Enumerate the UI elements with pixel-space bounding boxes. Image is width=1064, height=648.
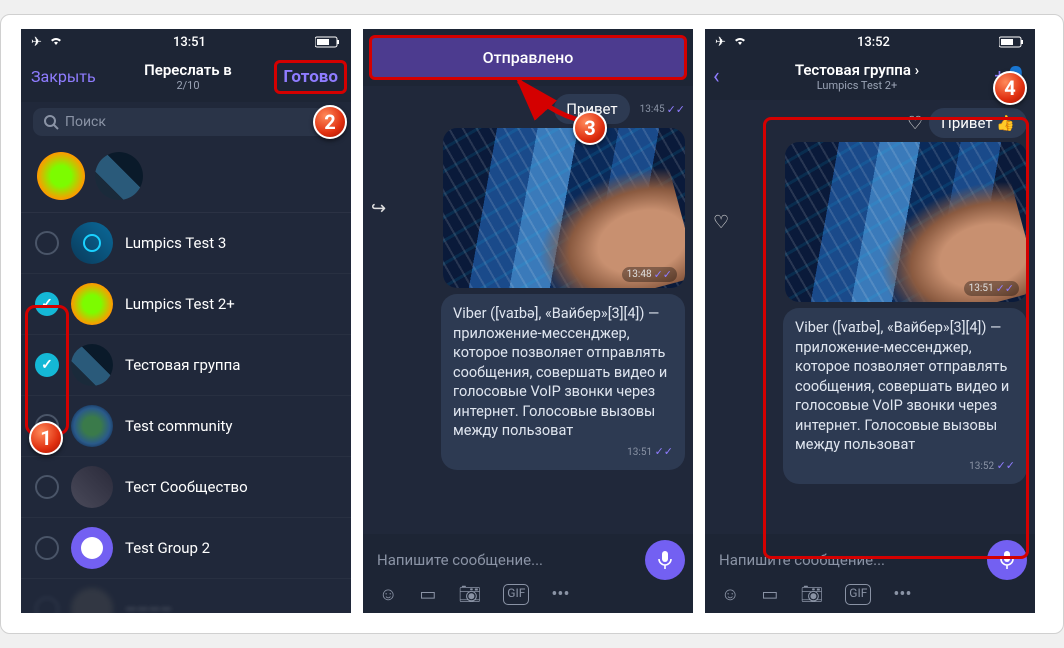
tutorial-frame: ✈︎ 13:51 Закрыть Переслать в 2/10 bbox=[0, 14, 1064, 634]
message-bubble[interactable]: Viber ([vaɪbə], «Вайбер»[3][4]) — прилож… bbox=[783, 308, 1027, 484]
like-icon[interactable]: ♡ bbox=[907, 113, 923, 134]
avatar bbox=[71, 283, 113, 325]
gallery-icon[interactable]: ▭ bbox=[761, 584, 778, 605]
chat-title[interactable]: Тестовая группа › bbox=[728, 61, 987, 79]
avatar bbox=[71, 222, 113, 264]
message-composer: Напишите сообщение... ☺ ▭ 📷︎ GIF ••• bbox=[363, 534, 693, 613]
status-bar: ✈︎ 13:51 bbox=[21, 29, 351, 55]
search-icon bbox=[43, 114, 59, 130]
close-button[interactable]: Закрыть bbox=[31, 67, 96, 86]
battery-icon bbox=[315, 36, 341, 48]
selected-avatar[interactable] bbox=[37, 152, 85, 200]
sticker-icon[interactable]: ☺ bbox=[721, 584, 739, 605]
message-timestamp: 13:51 bbox=[627, 447, 652, 458]
list-item[interactable]: Test Group 2 bbox=[21, 518, 351, 579]
wifi-icon bbox=[48, 34, 64, 50]
message-timestamp: 13:45✓✓ bbox=[640, 103, 685, 116]
list-item[interactable]: Test community bbox=[21, 396, 351, 457]
checkbox-checked[interactable] bbox=[35, 292, 59, 316]
gif-icon[interactable]: GIF bbox=[503, 584, 529, 605]
message-text: Привет 👍 bbox=[941, 114, 1015, 132]
step-badge-4: 4 bbox=[993, 71, 1027, 105]
step-badge-2: 2 bbox=[313, 105, 347, 139]
forward-title: Переслать в bbox=[144, 61, 232, 79]
contact-name: Тестовая группа bbox=[125, 356, 240, 374]
wifi-icon bbox=[732, 34, 748, 50]
image-timestamp: 13:51 bbox=[969, 283, 994, 294]
checkbox[interactable] bbox=[35, 597, 59, 613]
message-bubble[interactable]: Привет 👍 bbox=[929, 108, 1027, 138]
list-item[interactable]: Тест Сообщество bbox=[21, 457, 351, 518]
mic-button[interactable] bbox=[987, 540, 1027, 580]
avatar bbox=[71, 405, 113, 447]
search-placeholder: Поиск bbox=[65, 114, 106, 130]
chat-area[interactable]: Привет 13:45✓✓ ↪ 13:48✓✓ Viber ([vaɪbə],… bbox=[363, 86, 693, 566]
done-button[interactable]: Готово bbox=[283, 67, 338, 87]
more-icon[interactable]: ••• bbox=[551, 584, 569, 605]
search-input[interactable]: Поиск bbox=[33, 108, 339, 136]
avatar bbox=[71, 466, 113, 508]
message-timestamp: 13:52 bbox=[969, 461, 994, 472]
chat-header: ‹ Тестовая группа › Lumpics Test 2+ +👤 bbox=[705, 55, 1035, 100]
image-message[interactable]: 13:51✓✓ bbox=[785, 142, 1027, 302]
image-timestamp: 13:48 bbox=[627, 269, 652, 280]
contact-name: Test Group 2 bbox=[125, 539, 210, 557]
chat-area[interactable]: ♡ Привет 👍 ♡ 13:51✓✓ Viber ([vaɪbə], «Ва… bbox=[705, 100, 1035, 560]
sticker-icon[interactable]: ☺ bbox=[379, 584, 397, 605]
message-text: Viber ([vaɪbə], «Вайбер»[3][4]) — прилож… bbox=[795, 319, 1009, 453]
airplane-icon: ✈︎ bbox=[31, 35, 42, 50]
forward-header: Закрыть Переслать в 2/10 Готово bbox=[21, 55, 351, 102]
mic-button[interactable] bbox=[645, 540, 685, 580]
list-item[interactable]: ———— bbox=[21, 579, 351, 613]
message-text: Viber ([vaɪbə], «Вайбер»[3][4]) — прилож… bbox=[453, 305, 667, 439]
compose-input[interactable]: Напишите сообщение... bbox=[373, 543, 637, 577]
checkbox[interactable] bbox=[35, 475, 59, 499]
selected-avatar[interactable] bbox=[95, 152, 143, 200]
gallery-icon[interactable]: ▭ bbox=[419, 584, 436, 605]
checkbox-checked[interactable] bbox=[35, 353, 59, 377]
contact-name: Тест Сообщество bbox=[125, 478, 248, 496]
status-time: 13:52 bbox=[748, 35, 999, 50]
message-bubble[interactable]: Viber ([vaɪbə], «Вайбер»[3][4]) — прилож… bbox=[441, 294, 685, 470]
checkbox[interactable] bbox=[35, 231, 59, 255]
contact-name: Test community bbox=[125, 417, 232, 435]
contact-name: ———— bbox=[125, 600, 172, 613]
list-item[interactable]: Тестовая группа bbox=[21, 335, 351, 396]
message-composer: Напишите сообщение... ☺ ▭ 📷︎ GIF ••• bbox=[705, 534, 1035, 613]
sent-toast: Отправлено bbox=[369, 35, 687, 80]
checkbox[interactable] bbox=[35, 536, 59, 560]
back-button[interactable]: ‹ bbox=[713, 64, 720, 89]
image-message[interactable]: 13:48✓✓ bbox=[443, 128, 685, 288]
screen-1-forward-selector: ✈︎ 13:51 Закрыть Переслать в 2/10 bbox=[21, 29, 351, 613]
contact-list: Lumpics Test 3 Lumpics Test 2+ Тестовая … bbox=[21, 213, 351, 613]
camera-icon[interactable]: 📷︎ bbox=[800, 584, 823, 605]
like-icon[interactable]: ♡ bbox=[713, 212, 729, 233]
step-badge-1: 1 bbox=[29, 421, 63, 455]
list-item[interactable]: Lumpics Test 2+ bbox=[21, 274, 351, 335]
selected-recipients bbox=[21, 146, 351, 213]
compose-input[interactable]: Напишите сообщение... bbox=[715, 543, 979, 577]
step-badge-3: 3 bbox=[573, 111, 607, 145]
avatar bbox=[71, 344, 113, 386]
status-bar: ✈︎ 13:52 bbox=[705, 29, 1035, 55]
status-time: 13:51 bbox=[64, 35, 315, 50]
more-icon[interactable]: ••• bbox=[893, 584, 911, 605]
contact-name: Lumpics Test 3 bbox=[125, 234, 226, 252]
chat-subtitle: Lumpics Test 2+ bbox=[728, 79, 987, 92]
forward-counter: 2/10 bbox=[144, 79, 232, 92]
battery-icon bbox=[999, 36, 1025, 48]
airplane-icon: ✈︎ bbox=[715, 35, 726, 50]
share-icon[interactable]: ↪ bbox=[371, 198, 386, 219]
contact-name: Lumpics Test 2+ bbox=[125, 295, 235, 313]
camera-icon[interactable]: 📷︎ bbox=[458, 584, 481, 605]
gif-icon[interactable]: GIF bbox=[845, 584, 871, 605]
avatar bbox=[71, 588, 113, 613]
avatar bbox=[71, 527, 113, 569]
screen-3-group-chat: ✈︎ 13:52 ‹ Тестовая группа › Lumpics Tes… bbox=[705, 29, 1035, 613]
list-item[interactable]: Lumpics Test 3 bbox=[21, 213, 351, 274]
screen-2-sent-toast: Отправлено 3 Привет 13:45✓✓ ↪ 13:48✓✓ bbox=[363, 29, 693, 613]
